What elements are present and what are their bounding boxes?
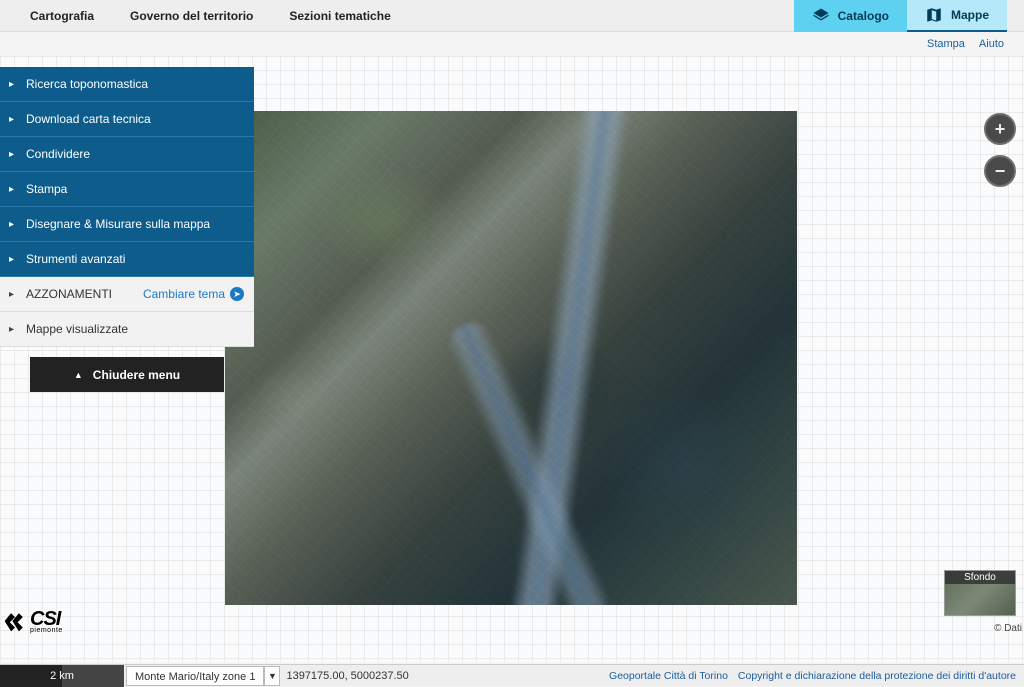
sublinks-row: Stampa Aiuto [0, 32, 1024, 56]
status-bar: 2 km Monte Mario/Italy zone 1 ▼ 1397175.… [0, 664, 1024, 686]
river-feature [506, 111, 633, 605]
nav-right-tabs: Catalogo Mappe [794, 0, 1007, 32]
menu-condividere[interactable]: Condividere [0, 137, 254, 172]
nav-cartografia[interactable]: Cartografia [30, 9, 94, 23]
projection-display: Monte Mario/Italy zone 1 [126, 666, 264, 686]
tab-catalogo-label: Catalogo [838, 9, 889, 23]
close-menu-button[interactable]: ▲ Chiudere menu [30, 357, 224, 392]
link-aiuto[interactable]: Aiuto [979, 38, 1004, 50]
nav-sezioni[interactable]: Sezioni tematiche [289, 9, 390, 23]
menu-strumenti-avanzati[interactable]: Strumenti avanzati [0, 242, 254, 277]
change-theme-label: Cambiare tema [143, 287, 225, 301]
triangle-up-icon: ▲ [74, 370, 83, 380]
minus-icon: − [995, 162, 1006, 180]
menu-ricerca-toponomastica[interactable]: Ricerca toponomastica [0, 67, 254, 102]
menu-azzonamenti[interactable]: AZZONAMENTI Cambiare tema ➤ [0, 277, 254, 312]
csi-logo: CSI piemonte [2, 608, 63, 634]
menu-stampa[interactable]: Stampa [0, 172, 254, 207]
top-navbar: Cartografia Governo del territorio Sezio… [0, 0, 1024, 32]
tab-catalogo[interactable]: Catalogo [794, 0, 907, 32]
link-copyright[interactable]: Copyright e dichiarazione della protezio… [738, 670, 1016, 682]
csi-logo-icon [2, 608, 28, 634]
map-canvas[interactable]: Ricerca toponomastica Download carta tec… [0, 56, 1024, 662]
overview-label: Sfondo [945, 571, 1015, 584]
link-geoportale[interactable]: Geoportale Città di Torino [609, 670, 728, 682]
footer-links: Geoportale Città di Torino Copyright e d… [609, 670, 1016, 682]
nav-governo[interactable]: Governo del territorio [130, 9, 253, 23]
zoom-controls: + − [984, 113, 1016, 187]
side-menu: Ricerca toponomastica Download carta tec… [0, 67, 254, 392]
map-icon [925, 6, 943, 24]
layers-icon [812, 7, 830, 25]
river-feature-2 [442, 315, 614, 605]
tab-mappe-label: Mappe [951, 8, 989, 22]
data-attribution: © Dati [994, 623, 1022, 634]
menu-download-carta[interactable]: Download carta tecnica [0, 102, 254, 137]
link-stampa[interactable]: Stampa [927, 38, 965, 50]
projection-dropdown[interactable]: ▼ [264, 666, 280, 686]
close-menu-label: Chiudere menu [93, 368, 180, 382]
plus-icon: + [995, 120, 1006, 138]
menu-mappe-visualizzate[interactable]: Mappe visualizzate [0, 312, 254, 347]
nav-left: Cartografia Governo del territorio Sezio… [30, 9, 391, 23]
menu-azzonamenti-label: AZZONAMENTI [26, 287, 112, 301]
zoom-in-button[interactable]: + [984, 113, 1016, 145]
csi-logo-sub: piemonte [30, 627, 63, 634]
arrow-right-circle-icon: ➤ [230, 287, 244, 301]
tab-mappe[interactable]: Mappe [907, 0, 1007, 32]
overview-map[interactable]: Sfondo [944, 570, 1016, 616]
coordinates-display: 1397175.00, 5000237.50 [286, 670, 408, 682]
menu-disegnare-misurare[interactable]: Disegnare & Misurare sulla mappa [0, 207, 254, 242]
scale-indicator: 2 km [0, 665, 124, 687]
orthophoto-layer [225, 111, 797, 605]
change-theme-link[interactable]: Cambiare tema ➤ [143, 287, 244, 301]
zoom-out-button[interactable]: − [984, 155, 1016, 187]
